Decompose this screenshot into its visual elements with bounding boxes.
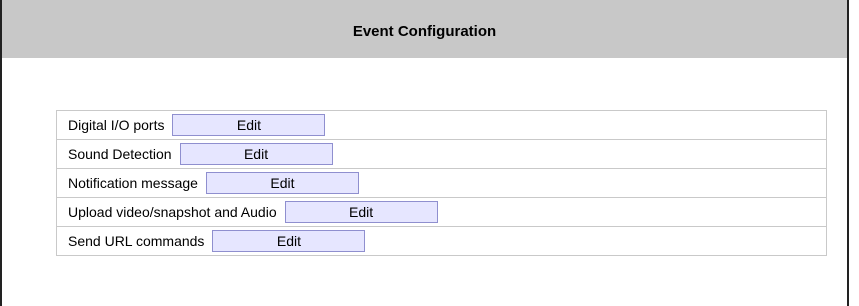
upload-video-snapshot-audio-edit-button[interactable]: Edit (284, 201, 438, 223)
digital-io-ports-edit-button[interactable]: Edit (172, 114, 326, 136)
digital-io-ports-label: Digital I/O ports (68, 117, 165, 133)
sound-detection-label: Sound Detection (68, 146, 172, 162)
list-item-send-url-commands: Send URL commands Edit (56, 227, 827, 256)
sound-detection-edit-button[interactable]: Edit (179, 143, 333, 165)
send-url-commands-label: Send URL commands (68, 233, 205, 249)
event-settings-list: Digital I/O ports Edit Sound Detection E… (56, 110, 827, 256)
panel-header: Event Configuration (2, 0, 847, 58)
notification-message-label: Notification message (68, 175, 198, 191)
send-url-commands-edit-button[interactable]: Edit (212, 230, 366, 252)
event-configuration-panel: Event Configuration Digital I/O ports Ed… (0, 0, 849, 306)
list-item-upload-video-snapshot-audio: Upload video/snapshot and Audio Edit (56, 198, 827, 227)
list-item-sound-detection: Sound Detection Edit (56, 140, 827, 169)
page-title: Event Configuration (352, 23, 497, 40)
list-item-notification-message: Notification message Edit (56, 169, 827, 198)
list-item-digital-io-ports: Digital I/O ports Edit (56, 111, 827, 140)
upload-video-snapshot-audio-label: Upload video/snapshot and Audio (68, 204, 277, 220)
notification-message-edit-button[interactable]: Edit (205, 172, 359, 194)
